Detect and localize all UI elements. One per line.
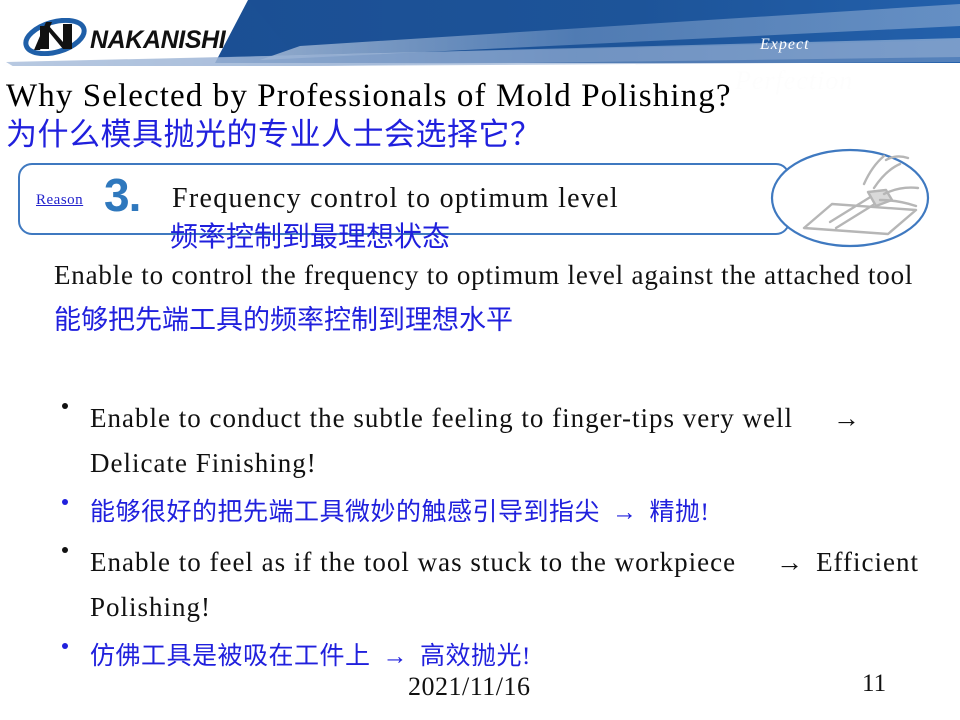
bullet-dot-icon <box>62 403 68 410</box>
footer-page-number: 11 <box>862 670 887 697</box>
body-paragraph-english: Enable to control the frequency to optim… <box>54 260 914 290</box>
bullet-text-main: Enable to conduct the subtle feeling to … <box>90 403 794 433</box>
page-title-english: Why Selected by Professionals of Mold Po… <box>6 78 732 114</box>
reason-heading-english: Frequency control to optimum level <box>172 183 620 214</box>
bullet-text-result: 精抛! <box>649 499 710 526</box>
tool-illustration-icon <box>770 148 930 248</box>
bullet-text: Enable to feel as if the tool was stuck … <box>90 547 919 622</box>
list-item: Enable to conduct the subtle feeling to … <box>44 396 944 486</box>
bullet-text: 能够很好的把先端工具微妙的触感引导到指尖 → 精抛! <box>90 499 709 526</box>
bullet-dot-icon <box>62 643 68 650</box>
bullet-list: Enable to conduct the subtle feeling to … <box>44 396 944 684</box>
page-title-chinese: 为什么模具抛光的专业人士会选择它？ <box>6 117 542 152</box>
arrow-icon: → <box>833 403 862 433</box>
body-paragraph-chinese: 能够把先端工具的频率控制到理想水平 <box>54 305 513 335</box>
bullet-text-main: Enable to feel as if the tool was stuck … <box>90 547 737 577</box>
hand-holding-polishing-tool-circle-illustration <box>768 148 932 248</box>
bullet-text-result: 高效抛光! <box>420 643 531 670</box>
reason-number: 3. <box>104 169 141 221</box>
nakanishi-logo-icon: NAKANISHI <box>23 17 227 57</box>
bullet-dot-icon <box>62 499 68 506</box>
bullet-text: Enable to conduct the subtle feeling to … <box>90 403 873 478</box>
body-paragraph: Enable to control the frequency to optim… <box>54 253 934 343</box>
arrow-icon: → <box>776 547 805 577</box>
nakanishi-logo: NAKANISHI <box>22 17 234 57</box>
bullet-text-main: 仿佛工具是被吸在工件上 <box>90 643 371 670</box>
reason-heading-chinese: 频率控制到最理想状态 <box>170 222 451 253</box>
arrow-icon: → <box>382 643 409 670</box>
bullet-text-main: 能够很好的把先端工具微妙的触感引导到指尖 <box>90 499 601 526</box>
reason-label: Reason <box>36 192 84 208</box>
bullet-text: 仿佛工具是被吸在工件上 → 高效抛光! <box>90 643 531 670</box>
svg-text:NAKANISHI: NAKANISHI <box>90 26 227 54</box>
bullet-text-result: Delicate Finishing! <box>90 448 317 478</box>
list-item: 能够很好的把先端工具微妙的触感引导到指尖 → 精抛! <box>44 492 944 534</box>
footer-date: 2021/11/16 <box>408 672 531 701</box>
bullet-dot-icon <box>62 547 68 554</box>
arrow-icon: → <box>612 499 638 526</box>
tagline-expect: Expect <box>760 36 810 53</box>
list-item: Enable to feel as if the tool was stuck … <box>44 540 944 630</box>
header-banner: NAKANISHI Expect <box>0 0 960 70</box>
